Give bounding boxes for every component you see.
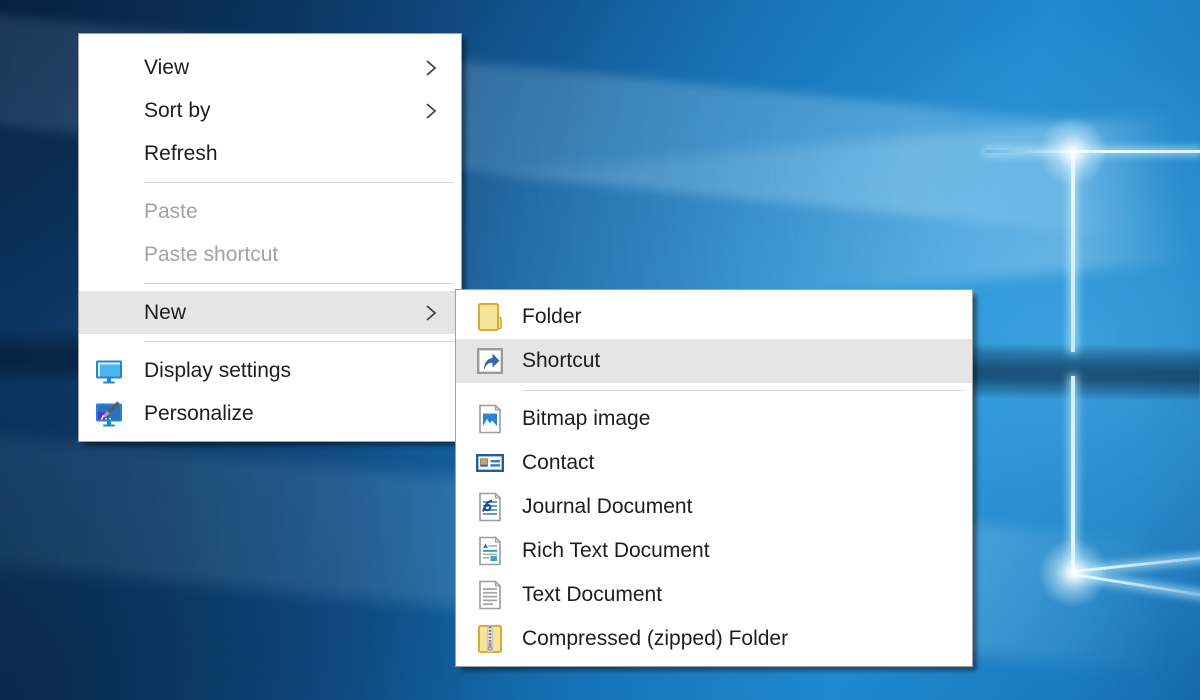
menu-item-personalize[interactable]: Personalize [79,392,461,435]
shortcut-icon [475,346,505,376]
submenu-item-shortcut[interactable]: Shortcut [456,339,972,383]
menu-item-label: Display settings [144,359,291,383]
submenu-item-text-document[interactable]: Text Document [456,573,972,617]
submenu-item-bitmap-image[interactable]: Bitmap image [456,397,972,441]
submenu-chevron-icon [425,304,438,322]
submenu-item-compressed-zipped-folder[interactable]: Compressed (zipped) Folder [456,617,972,661]
menu-item-label: Refresh [144,142,218,166]
menu-item-display-settings[interactable]: Display settings [79,349,461,392]
personalize-icon [95,400,123,428]
contact-icon [475,448,505,478]
menu-item-label: Text Document [522,583,662,607]
folder-icon [475,302,505,332]
submenu-item-rich-text-document[interactable]: Rich Text Document [456,529,972,573]
window-logo-corner-glow-top [1038,117,1108,187]
window-logo-ray-lower [1073,573,1200,597]
menu-item-label: Bitmap image [522,407,650,431]
journal-document-icon [475,492,505,522]
menu-item-refresh[interactable]: Refresh [79,132,461,175]
window-logo-vertical-line-bottom [1071,376,1075,574]
menu-item-label: Folder [522,305,582,329]
menu-item-label: Compressed (zipped) Folder [522,627,788,651]
zip-folder-icon [475,624,505,654]
window-logo-corner-glow-bottom [1038,538,1108,608]
menu-item-label: Paste shortcut [144,243,278,267]
window-logo-ray-upper [1073,556,1200,573]
submenu-chevron-icon [425,102,438,120]
menu-item-label: Rich Text Document [522,539,710,563]
submenu-chevron-icon [425,59,438,77]
menu-item-label: Paste [144,200,198,224]
menu-item-label: Sort by [144,99,211,123]
text-document-icon [475,580,505,610]
bitmap-image-icon [475,404,505,434]
menu-item-label: Journal Document [522,495,692,519]
menu-separator [144,182,454,183]
menu-item-new[interactable]: New [79,291,461,334]
menu-item-paste-shortcut[interactable]: Paste shortcut [79,233,461,276]
submenu-item-journal-document[interactable]: Journal Document [456,485,972,529]
menu-item-paste[interactable]: Paste [79,190,461,233]
menu-item-label: Shortcut [522,349,600,373]
new-submenu: Folder Shortcut Bitmap image [455,289,973,667]
menu-separator [522,390,965,391]
desktop-context-menu: View Sort by Refresh Paste Paste shortcu… [78,33,462,442]
window-logo-vertical-line-top [1071,152,1075,352]
window-logo-horizontal-line [985,150,1200,153]
submenu-item-contact[interactable]: Contact [456,441,972,485]
menu-separator [144,283,454,284]
menu-item-label: New [144,301,186,325]
submenu-item-folder[interactable]: Folder [456,295,972,339]
menu-item-label: Contact [522,451,594,475]
menu-separator [144,341,454,342]
menu-item-sort-by[interactable]: Sort by [79,89,461,132]
menu-item-view[interactable]: View [79,46,461,89]
menu-item-label: View [144,56,189,80]
rich-text-document-icon [475,536,505,566]
display-icon [95,357,123,385]
menu-item-label: Personalize [144,402,254,426]
